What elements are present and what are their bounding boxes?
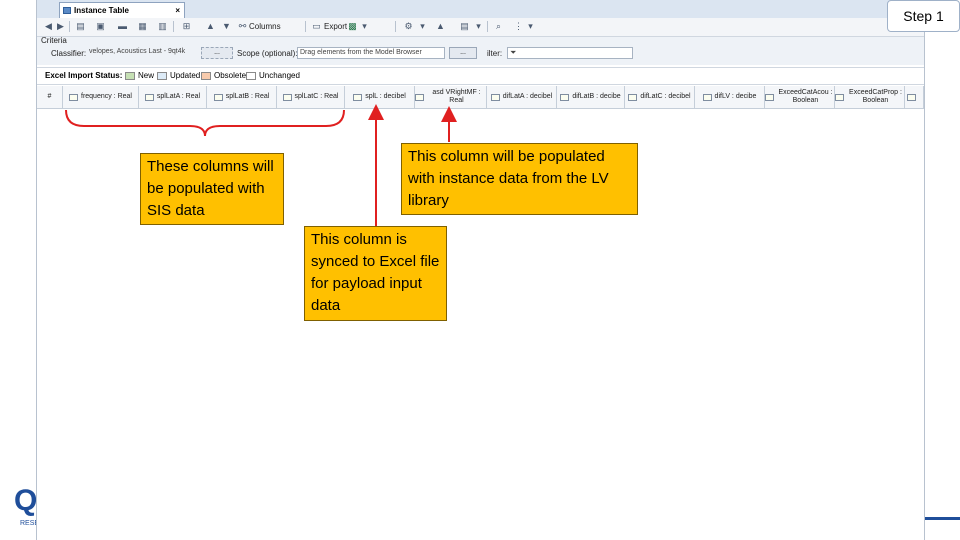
column-header-spllata[interactable]: splLatA : Real [139, 86, 207, 108]
scope-field[interactable]: Drag elements from the Model Browser [297, 47, 445, 59]
column-header-spllatc[interactable]: splLatC : Real [277, 86, 345, 108]
toolbar-separator [305, 21, 306, 32]
criteria-title: Criteria [41, 36, 67, 45]
instance-table-window: Instance Table × ◀ ▶ ▤ ▣ ▬ ▦ ▥ ⊞ ▲ ▼ ⚯ C… [36, 0, 925, 540]
column-header-frequency[interactable]: frequency : Real [63, 86, 139, 108]
chevron-down-icon[interactable]: ▾ [417, 20, 428, 33]
filter-label: ilter: [487, 49, 503, 58]
classifier-browse-button[interactable]: ... [201, 47, 233, 59]
chevron-down-icon[interactable]: ▾ [525, 20, 536, 33]
classifier-label: Classifier: [51, 49, 87, 58]
slide: Q RESE 16 Instance Table × ◀ ▶ ▤ ▣ ▬ ▦ ▥… [0, 0, 960, 540]
close-icon[interactable]: × [175, 3, 180, 19]
table-icon [63, 7, 71, 14]
attribute-icon [490, 93, 500, 101]
column-header-diflv[interactable]: difLV : decibe [695, 86, 765, 108]
classifier-field[interactable]: velopes, Acoustics Last - 9qt4k [87, 47, 199, 59]
tab-instance-table[interactable]: Instance Table × [59, 2, 185, 18]
column-header-diflata[interactable]: difLatA : decibel [487, 86, 557, 108]
status-swatch-obsolete [201, 72, 211, 80]
attribute-icon [628, 93, 638, 101]
funnel-icon: ⏷ [510, 48, 517, 57]
filter-field[interactable]: ⏷ [507, 47, 633, 59]
remove-icon[interactable]: ▬ [117, 20, 128, 33]
export-button[interactable]: Export [324, 20, 347, 33]
status-label-updated: Updated [170, 71, 201, 80]
sis-data-callout: These columns will be populated with SIS… [140, 153, 284, 225]
toolbar: ◀ ▶ ▤ ▣ ▬ ▦ ▥ ⊞ ▲ ▼ ⚯ Columns ▭ Export ▩… [37, 18, 924, 37]
attribute-icon [765, 93, 774, 101]
status-swatch-new [125, 72, 135, 80]
status-label-new: New [138, 71, 155, 80]
attribute-icon [835, 93, 844, 101]
lv-library-callout: This column will be populated with insta… [401, 143, 638, 215]
forward-arrow-icon[interactable]: ▶ [55, 20, 66, 33]
layout-icon[interactable]: ▤ [459, 20, 470, 33]
toolbar-separator [487, 21, 488, 32]
attribute-icon [907, 93, 916, 101]
attribute-icon [144, 93, 154, 101]
attribute-icon [213, 93, 223, 101]
column-header-spllatb[interactable]: splLatB : Real [207, 86, 277, 108]
copy-icon[interactable]: ▦ [137, 20, 148, 33]
scope-label: Scope (optional): [237, 49, 298, 58]
excel-sync-callout: This column is synced to Excel file for … [304, 226, 447, 321]
gear-icon[interactable]: ⚙ [403, 20, 414, 33]
search-icon[interactable]: ⌕ [493, 20, 504, 33]
column-header-index[interactable]: # [37, 86, 63, 108]
status-label-obsolete: Obsolete [214, 71, 247, 80]
column-header-spll[interactable]: splL : decibel [345, 86, 415, 108]
excel-import-status-title: Excel Import Status: [45, 71, 123, 80]
toolbar-separator [395, 21, 396, 32]
excel-import-status-bar: Excel Import Status: New Updated Obsolet… [37, 67, 924, 85]
show-hierarchy-icon[interactable]: ⊞ [181, 20, 192, 33]
status-swatch-updated [157, 72, 167, 80]
add-element-icon[interactable]: ▣ [95, 20, 106, 33]
columns-icon[interactable]: ⚯ [237, 20, 248, 33]
footer-rule [923, 517, 960, 520]
back-arrow-icon[interactable]: ◀ [43, 20, 54, 33]
chevron-down-icon[interactable]: ▾ [359, 20, 370, 33]
attribute-icon [702, 93, 712, 101]
column-header-vrightmf[interactable]: asd VRightMF : Real [415, 86, 487, 108]
table-header-row: # frequency : Real splLatA : Real splLat… [37, 86, 924, 109]
attribute-icon [560, 93, 570, 101]
toolbar-separator [173, 21, 174, 32]
excel-icon[interactable]: ▩ [347, 20, 358, 33]
attribute-icon [415, 93, 424, 101]
attribute-icon [282, 93, 292, 101]
status-label-unchanged: Unchanged [259, 71, 300, 80]
scope-browse-button[interactable]: ... [449, 47, 477, 59]
options-icon[interactable]: ⋮ [513, 20, 524, 33]
export-icon[interactable]: ▭ [311, 20, 322, 33]
attribute-icon [69, 93, 78, 101]
column-header-exceedcatprop[interactable]: ExceedCatProp : Boolean [835, 86, 905, 108]
toolbar-separator [69, 21, 70, 32]
sort-ascending-icon[interactable]: ▲ [435, 20, 446, 33]
chevron-down-icon[interactable]: ▾ [473, 20, 484, 33]
step-label: Step 1 [887, 0, 960, 32]
attribute-icon [353, 93, 363, 101]
paste-icon[interactable]: ▥ [157, 20, 168, 33]
column-header-exceedcatacou[interactable]: ExceedCatAcou : Boolean [765, 86, 835, 108]
tab-title: Instance Table [74, 6, 129, 15]
column-header-diflatc[interactable]: difLatC : decibel [625, 86, 695, 108]
move-down-icon[interactable]: ▼ [221, 20, 232, 33]
add-row-icon[interactable]: ▤ [75, 20, 86, 33]
column-header-diflatb[interactable]: difLatB : decibe [557, 86, 625, 108]
tab-strip: Instance Table × [37, 0, 924, 19]
move-up-icon[interactable]: ▲ [205, 20, 216, 33]
sis-columns-brace [65, 109, 345, 137]
column-header-truncated[interactable] [905, 86, 924, 108]
columns-button[interactable]: Columns [249, 20, 281, 33]
status-swatch-unchanged [246, 72, 256, 80]
criteria-panel: Criteria Classifier: velopes, Acoustics … [37, 36, 924, 65]
